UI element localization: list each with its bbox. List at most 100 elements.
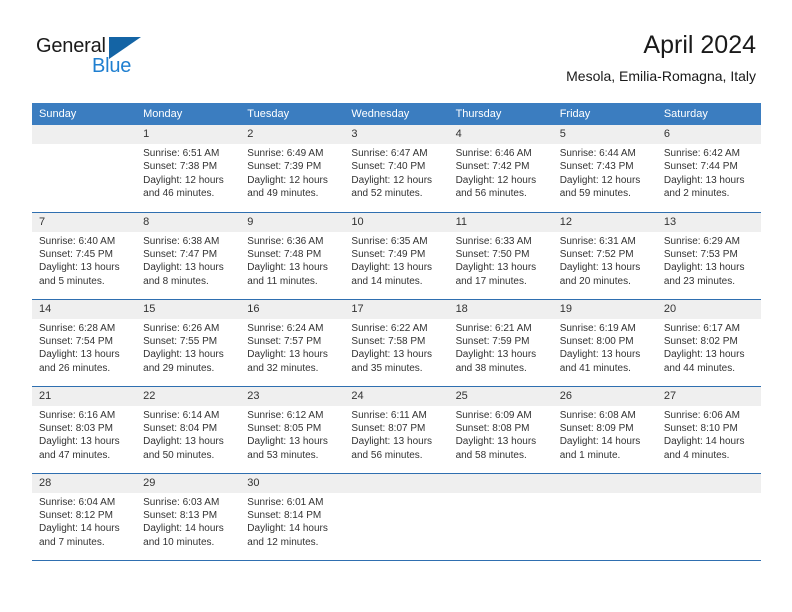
calendar-day-cell[interactable]: 29 Sunrise: 6:03 AM Sunset: 8:13 PM Dayligh… [136,472,241,560]
sunset-time: Sunset: 7:53 PM [663,248,738,260]
calendar-day-cell[interactable]: 14 Sunrise: 6:28 AM Sunset: 7:54 PM Dayligh… [32,298,137,386]
daylight-minutes: and 58 minutes. [455,449,527,461]
day-details: Sunrise: 6:16 AM Sunset: 8:03 PM Daylight:… [32,406,136,463]
sunset-time: Sunset: 7:44 PM [663,161,738,173]
calendar-day-cell[interactable]: 23 Sunrise: 6:12 AM Sunset: 8:05 PM Dayligh… [240,385,345,473]
daylight-minutes: and 46 minutes. [143,188,215,200]
weekday-header-monday: Monday [136,103,241,125]
sunset-time: Sunset: 8:05 PM [247,422,322,434]
day-number: 15 [136,299,241,319]
calendar-day-cell[interactable]: 18 Sunrise: 6:21 AM Sunset: 7:59 PM Dayligh… [448,298,553,386]
daylight-hours: Daylight: 13 hours [351,436,433,448]
daylight-hours: Daylight: 13 hours [663,174,745,186]
daylight-minutes: and 12 minutes. [247,536,319,548]
calendar-day-cell[interactable]: 25 Sunrise: 6:09 AM Sunset: 8:08 PM Dayligh… [448,385,553,473]
sunset-time: Sunset: 8:14 PM [247,509,322,521]
calendar-empty-cell [656,472,761,560]
calendar-day-cell[interactable]: 22 Sunrise: 6:14 AM Sunset: 8:04 PM Dayligh… [136,385,241,473]
day-details: Sunrise: 6:11 AM Sunset: 8:07 PM Daylight:… [344,406,448,463]
calendar-day-cell[interactable]: 11 Sunrise: 6:33 AM Sunset: 7:50 PM Dayligh… [448,211,553,299]
daylight-hours: Daylight: 12 hours [351,174,433,186]
sunrise-time: Sunrise: 6:36 AM [247,235,324,247]
daylight-hours: Daylight: 13 hours [455,262,537,274]
sunrise-time: Sunrise: 6:44 AM [559,148,636,159]
day-details: Sunrise: 6:24 AM Sunset: 7:57 PM Daylight:… [240,319,344,376]
calendar-header-row: Sunday Monday Tuesday Wednesday Thursday… [32,103,761,125]
calendar-week-row: 1 Sunrise: 6:51 AM Sunset: 7:38 PM Daylight… [32,125,761,212]
sunset-time: Sunset: 7:38 PM [143,161,218,173]
daylight-minutes: and 7 minutes. [39,536,105,548]
daylight-minutes: and 44 minutes. [663,362,736,374]
weekday-header-sunday: Sunday [32,103,137,125]
weekday-header-thursday: Thursday [448,103,553,125]
calendar-day-cell[interactable]: 8 Sunrise: 6:38 AM Sunset: 7:47 PM Daylight… [136,211,241,299]
daylight-minutes: and 41 minutes. [559,362,631,374]
general-blue-logo[interactable]: General Blue [36,35,216,83]
sunrise-time: Sunrise: 6:31 AM [559,235,636,247]
weekday-header-wednesday: Wednesday [344,103,449,125]
day-details: Sunrise: 6:38 AM Sunset: 7:47 PM Daylight:… [136,232,240,289]
daylight-minutes: and 8 minutes. [143,275,209,287]
sunrise-time: Sunrise: 6:04 AM [39,496,116,508]
day-details: Sunrise: 6:03 AM Sunset: 8:13 PM Daylight:… [136,493,240,550]
calendar-day-cell[interactable]: 3 Sunrise: 6:47 AM Sunset: 7:40 PM Daylight… [344,125,449,212]
daylight-minutes: and 56 minutes. [455,188,527,200]
daylight-hours: Daylight: 13 hours [143,349,224,361]
calendar-day-cell[interactable]: 16 Sunrise: 6:24 AM Sunset: 7:57 PM Dayligh… [240,298,345,386]
sunset-time: Sunset: 7:59 PM [455,335,530,347]
calendar-day-cell[interactable]: 27 Sunrise: 6:06 AM Sunset: 8:10 PM Dayligh… [656,385,761,473]
day-number: 6 [656,125,761,144]
calendar-day-cell[interactable]: 15 Sunrise: 6:26 AM Sunset: 7:55 PM Dayligh… [136,298,241,386]
day-number: 12 [552,212,657,232]
calendar-day-cell[interactable]: 4 Sunrise: 6:46 AM Sunset: 7:42 PM Daylight… [448,125,553,212]
day-details: Sunrise: 6:40 AM Sunset: 7:45 PM Daylight:… [32,232,136,289]
calendar-day-cell[interactable]: 10 Sunrise: 6:35 AM Sunset: 7:49 PM Dayligh… [344,211,449,299]
calendar-day-cell[interactable]: 24 Sunrise: 6:11 AM Sunset: 8:07 PM Dayligh… [344,385,449,473]
day-details: Sunrise: 6:21 AM Sunset: 7:59 PM Daylight:… [449,319,553,376]
daylight-minutes: and 1 minute. [559,449,621,461]
weekday-header-tuesday: Tuesday [240,103,345,125]
day-number [344,473,449,493]
sunrise-time: Sunrise: 6:42 AM [663,148,740,159]
daylight-hours: Daylight: 13 hours [559,349,641,361]
calendar-week-row: 14 Sunrise: 6:28 AM Sunset: 7:54 PM Dayligh… [32,298,761,386]
daylight-minutes: and 47 minutes. [39,449,111,461]
calendar-day-cell[interactable]: 5 Sunrise: 6:44 AM Sunset: 7:43 PM Daylight… [552,125,657,212]
daylight-minutes: and 29 minutes. [143,362,215,374]
sunrise-time: Sunrise: 6:21 AM [455,322,532,334]
day-details: Sunrise: 6:33 AM Sunset: 7:50 PM Daylight:… [449,232,553,289]
calendar-day-cell[interactable]: 9 Sunrise: 6:36 AM Sunset: 7:48 PM Daylight… [240,211,345,299]
sunset-time: Sunset: 8:10 PM [663,422,738,434]
calendar-day-cell[interactable]: 19 Sunrise: 6:19 AM Sunset: 8:00 PM Dayligh… [552,298,657,386]
calendar-day-cell[interactable]: 2 Sunrise: 6:49 AM Sunset: 7:39 PM Daylight… [240,125,345,212]
calendar-day-cell[interactable]: 6 Sunrise: 6:42 AM Sunset: 7:44 PM Daylight… [656,125,761,212]
day-number: 9 [240,212,345,232]
calendar-week-row: 21 Sunrise: 6:16 AM Sunset: 8:03 PM Dayligh… [32,385,761,473]
day-number: 2 [240,125,345,144]
calendar-day-cell[interactable]: 12 Sunrise: 6:31 AM Sunset: 7:52 PM Dayligh… [552,211,657,299]
calendar-day-cell[interactable]: 30 Sunrise: 6:01 AM Sunset: 8:14 PM Dayligh… [240,472,345,560]
calendar-day-cell[interactable]: 1 Sunrise: 6:51 AM Sunset: 7:38 PM Daylight… [136,125,241,212]
calendar-day-cell[interactable]: 17 Sunrise: 6:22 AM Sunset: 7:58 PM Dayligh… [344,298,449,386]
calendar-day-cell[interactable]: 21 Sunrise: 6:16 AM Sunset: 8:03 PM Dayligh… [32,385,137,473]
day-details: Sunrise: 6:49 AM Sunset: 7:39 PM Daylight:… [240,144,344,201]
calendar-day-cell[interactable]: 26 Sunrise: 6:08 AM Sunset: 8:09 PM Dayligh… [552,385,657,473]
calendar-day-cell[interactable]: 13 Sunrise: 6:29 AM Sunset: 7:53 PM Dayligh… [656,211,761,299]
calendar-day-cell[interactable]: 7 Sunrise: 6:40 AM Sunset: 7:45 PM Daylight… [32,211,137,299]
sunset-time: Sunset: 7:43 PM [559,161,634,173]
calendar-day-cell[interactable]: 28 Sunrise: 6:04 AM Sunset: 8:12 PM Dayligh… [32,472,137,560]
daylight-minutes: and 59 minutes. [559,188,631,200]
sunset-time: Sunset: 7:47 PM [143,248,218,260]
day-number: 5 [552,125,657,144]
calendar-day-cell[interactable]: 20 Sunrise: 6:17 AM Sunset: 8:02 PM Dayligh… [656,298,761,386]
daylight-hours: Daylight: 13 hours [455,349,537,361]
sunrise-time: Sunrise: 6:46 AM [455,148,532,159]
sunrise-time: Sunrise: 6:12 AM [247,409,324,421]
day-details: Sunrise: 6:35 AM Sunset: 7:49 PM Daylight:… [344,232,448,289]
daylight-hours: Daylight: 13 hours [143,262,224,274]
sunset-time: Sunset: 8:12 PM [39,509,113,521]
sunrise-time: Sunrise: 6:29 AM [663,235,740,247]
sunrise-time: Sunrise: 6:26 AM [143,322,220,334]
calendar-empty-cell [448,472,553,560]
calendar-week-row: 7 Sunrise: 6:40 AM Sunset: 7:45 PM Daylight… [32,211,761,299]
